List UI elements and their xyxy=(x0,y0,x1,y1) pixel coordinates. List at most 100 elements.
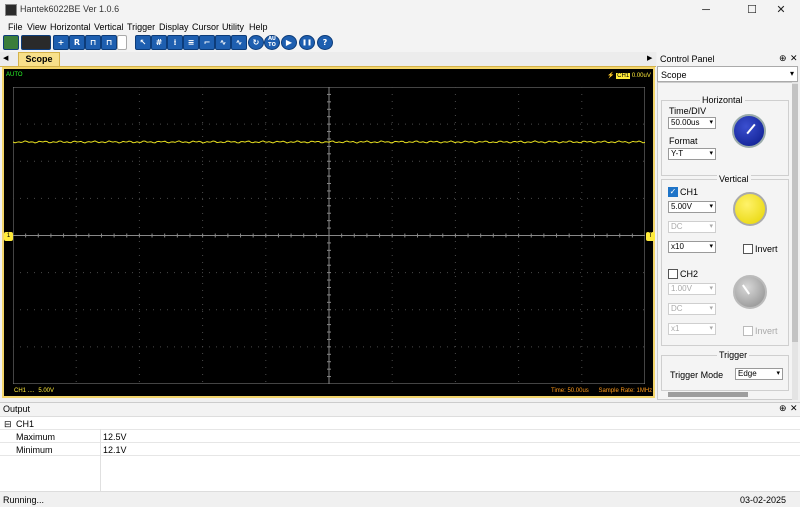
trigger-mode-value: Edge xyxy=(738,369,757,378)
menu-vertical[interactable]: Vertical xyxy=(94,22,124,32)
menu-display[interactable]: Display xyxy=(159,22,189,32)
chevron-down-icon: ▾ xyxy=(709,285,713,292)
ch1-coupling-value: DC xyxy=(671,222,683,231)
trigger-readout: ⚡ CH1 0.00uV xyxy=(607,72,651,79)
knob-indicator xyxy=(742,284,750,295)
reset-icon[interactable]: R xyxy=(69,35,85,50)
chevron-down-icon: ▾ xyxy=(709,203,713,210)
ch2-coupling-select[interactable]: DC ▾ xyxy=(668,303,716,315)
trigger-channel: CH1 xyxy=(616,73,631,79)
timebase-readout: Time: 50.00us Sample Rate: 1MHz xyxy=(551,388,652,394)
ch2-invert-checkbox[interactable] xyxy=(743,326,753,336)
knob-indicator xyxy=(746,123,756,135)
ch1-probe-select[interactable]: x10 ▾ xyxy=(668,241,716,253)
ch2-volts-select[interactable]: 1.00V ▾ xyxy=(668,283,716,295)
table-row: Minimum 12.1V xyxy=(0,443,800,456)
menu-cursor[interactable]: Cursor xyxy=(192,22,219,32)
format-label: Format xyxy=(669,136,698,146)
ch1-invert-checkbox[interactable] xyxy=(743,244,753,254)
auto-icon[interactable]: AU TO xyxy=(264,35,280,50)
measure-name: Minimum xyxy=(16,445,53,455)
trigger-level: 0.00uV xyxy=(631,73,651,79)
ch1-status-volts: 5.00V xyxy=(38,388,55,394)
ch2-checkbox[interactable] xyxy=(668,269,678,279)
wave-icon[interactable]: ∿ xyxy=(215,35,231,50)
app-icon xyxy=(5,4,17,16)
ch1-checkbox[interactable]: ✓ xyxy=(668,187,678,197)
ch1-invert-label: Invert xyxy=(755,244,778,254)
tab-scope[interactable]: Scope xyxy=(18,52,60,67)
trigger-level-marker[interactable]: T xyxy=(646,232,655,241)
ch1-coupling-select[interactable]: DC ▾ xyxy=(668,221,716,233)
ch1-ground-marker[interactable]: 1 xyxy=(4,232,13,241)
control-panel-view-select[interactable]: Scope ▾ xyxy=(657,66,798,82)
ch2-probe-select[interactable]: x1 ▾ xyxy=(668,323,716,335)
scrollbar-thumb[interactable] xyxy=(792,84,798,342)
save-icon[interactable] xyxy=(21,35,51,50)
tab-scroll-left-icon[interactable]: ◀ xyxy=(3,54,8,62)
ch1-probe-value: x10 xyxy=(671,242,684,251)
output-title: Output xyxy=(3,404,31,414)
ch2-coupling-value: DC xyxy=(671,304,683,313)
step-icon[interactable]: ⌐ xyxy=(199,35,215,50)
menu-bar: File View Horizontal Vertical Trigger Di… xyxy=(0,20,800,34)
menu-utility[interactable]: Utility xyxy=(222,22,244,32)
chevron-down-icon: ▾ xyxy=(709,325,713,332)
ch1-status-name: CH1 .... xyxy=(14,388,35,394)
table-row: Maximum 12.5V xyxy=(0,430,800,443)
ch1-volts-select[interactable]: 5.00V ▾ xyxy=(668,201,716,213)
time-div-value: 50.00us xyxy=(671,118,700,127)
menu-horizontal[interactable]: Horizontal xyxy=(50,22,91,32)
play-icon[interactable]: ▶ xyxy=(281,35,297,50)
horizontal-scrollbar[interactable] xyxy=(668,392,748,397)
chevron-down-icon: ▾ xyxy=(709,119,713,126)
open-icon[interactable] xyxy=(3,35,19,50)
add-icon[interactable]: + xyxy=(53,35,69,50)
dots-icon[interactable]: ⁞ xyxy=(167,35,183,50)
help-icon[interactable]: ? xyxy=(317,35,333,50)
ch2-volts-knob[interactable] xyxy=(733,275,767,309)
cursor-icon[interactable]: ↖ xyxy=(135,35,151,50)
control-panel-close-icon[interactable]: ✕ xyxy=(790,53,798,64)
time-readout: Time: 50.00us xyxy=(551,388,589,394)
pulse-icon[interactable]: ⊓ xyxy=(85,35,101,50)
time-div-knob[interactable] xyxy=(732,114,766,148)
trigger-title: Trigger xyxy=(717,350,750,360)
menu-trigger[interactable]: Trigger xyxy=(127,22,155,32)
square-wave-icon[interactable]: ⊓ xyxy=(101,35,117,50)
toolbar: + R ⊓ ⊓ ↖ # ⁞ ≡ ⌐ ∿ ∿ ↻ AU TO ▶ ❚❚ ? xyxy=(0,34,800,52)
trigger-mode-select[interactable]: Edge ▾ xyxy=(735,368,783,380)
ch2-invert-label: Invert xyxy=(755,326,778,336)
ch1-volts-knob[interactable] xyxy=(733,192,767,226)
refresh-icon[interactable]: ↻ xyxy=(248,35,264,50)
close-button[interactable]: ✕ xyxy=(762,0,800,20)
pin-icon[interactable]: ⊕ xyxy=(779,53,787,64)
pause-icon[interactable]: ❚❚ xyxy=(299,35,315,50)
control-panel-view-value: Scope xyxy=(661,70,687,80)
ch1-label: CH1 xyxy=(680,187,699,197)
chevron-down-icon: ▾ xyxy=(789,69,794,78)
menu-view[interactable]: View xyxy=(27,22,46,32)
time-div-select[interactable]: 50.00us ▾ xyxy=(668,117,716,129)
output-group-row[interactable]: ⊟ CH1 xyxy=(0,417,800,430)
ch1-volts-value: 5.00V xyxy=(671,202,692,211)
sample-rate-readout: Sample Rate: 1MHz xyxy=(598,388,653,394)
vertical-title: Vertical xyxy=(717,174,751,184)
collapse-icon[interactable]: ⊟ xyxy=(4,419,12,430)
ch2-volts-value: 1.00V xyxy=(671,284,692,293)
lines-icon[interactable]: ≡ xyxy=(183,35,199,50)
output-group-label: CH1 xyxy=(16,419,35,429)
status-bar xyxy=(0,491,800,507)
sine-icon[interactable]: ∿ xyxy=(231,35,247,50)
output-close-icon[interactable]: ✕ xyxy=(790,403,798,414)
menu-help[interactable]: Help xyxy=(249,22,268,32)
menu-file[interactable]: File xyxy=(8,22,23,32)
grid-lines xyxy=(13,87,645,384)
minimize-button[interactable]: ─ xyxy=(687,0,725,20)
tab-scroll-right-icon[interactable]: ▶ xyxy=(647,54,652,62)
format-select[interactable]: Y-T ▾ xyxy=(668,148,716,160)
grid-icon[interactable]: # xyxy=(151,35,167,50)
pin-icon[interactable]: ⊕ xyxy=(779,403,787,414)
window-title: Hantek6022BE Ver 1.0.6 xyxy=(20,4,120,14)
chevron-down-icon: ▾ xyxy=(709,243,713,250)
